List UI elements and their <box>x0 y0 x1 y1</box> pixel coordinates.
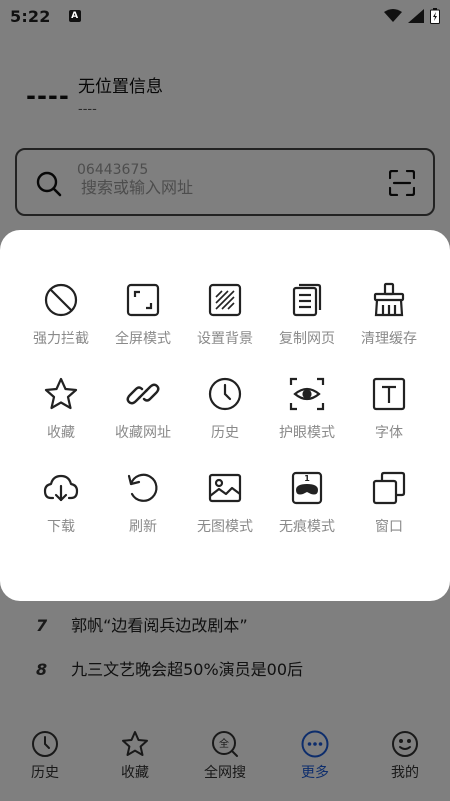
menu-block-ads[interactable]: 强力拦截 <box>20 282 102 376</box>
menu-label: 复制网页 <box>279 331 335 347</box>
menu-label: 历史 <box>211 425 239 441</box>
status-icons <box>384 8 440 24</box>
menu-label: 收藏网址 <box>115 425 171 441</box>
menu-bookmark-url[interactable]: 收藏网址 <box>102 376 184 470</box>
menu-label: 设置背景 <box>197 331 253 347</box>
menu-label: 下载 <box>47 519 75 535</box>
svg-text:1: 1 <box>304 474 310 483</box>
menu-no-image[interactable]: 无图模式 <box>184 470 266 564</box>
wifi-icon <box>384 9 402 22</box>
menu-label: 强力拦截 <box>33 331 89 347</box>
incognito-icon: 1 <box>291 471 323 505</box>
menu-download[interactable]: 下载 <box>20 470 102 564</box>
menu-font[interactable]: 字体 <box>348 376 430 470</box>
menu-grid: 强力拦截 全屏模式 设置背景 复制网页 清理缓存 收藏 收藏网址 历史 护眼模式… <box>20 282 430 564</box>
menu-copy-page[interactable]: 复制网页 <box>266 282 348 376</box>
signal-icon <box>408 9 424 23</box>
image-icon <box>208 473 242 503</box>
broom-icon <box>373 282 405 317</box>
menu-label: 无图模式 <box>197 519 253 535</box>
status-time: 5:22 <box>10 6 51 26</box>
menu-set-background[interactable]: 设置背景 <box>184 282 266 376</box>
notification-badge: A <box>68 10 81 22</box>
link-icon <box>126 383 160 405</box>
font-icon <box>372 377 406 411</box>
menu-label: 无痕模式 <box>279 519 335 535</box>
battery-icon <box>430 8 440 24</box>
menu-refresh[interactable]: 刷新 <box>102 470 184 564</box>
menu-favorites[interactable]: 收藏 <box>20 376 102 470</box>
fullscreen-icon <box>126 283 160 317</box>
star-icon <box>44 377 78 410</box>
menu-history[interactable]: 历史 <box>184 376 266 470</box>
menu-label: 全屏模式 <box>115 331 171 347</box>
clock-icon <box>208 377 242 411</box>
menu-windows[interactable]: 窗口 <box>348 470 430 564</box>
ban-icon <box>44 283 78 317</box>
menu-clear-cache[interactable]: 清理缓存 <box>348 282 430 376</box>
eye-icon <box>289 377 325 411</box>
more-menu-sheet: 强力拦截 全屏模式 设置背景 复制网页 清理缓存 收藏 收藏网址 历史 护眼模式… <box>0 230 450 601</box>
status-bar: 5:22 A <box>0 0 450 32</box>
cloud-download-icon <box>43 474 79 502</box>
copy-page-icon <box>292 283 322 317</box>
menu-fullscreen[interactable]: 全屏模式 <box>102 282 184 376</box>
refresh-icon <box>127 473 158 502</box>
menu-label: 清理缓存 <box>361 331 417 347</box>
menu-label: 收藏 <box>47 425 75 441</box>
menu-label: 刷新 <box>129 519 157 535</box>
background-icon <box>208 283 242 317</box>
menu-label: 窗口 <box>375 519 403 535</box>
menu-label: 护眼模式 <box>279 425 335 441</box>
menu-eye-protection[interactable]: 护眼模式 <box>266 376 348 470</box>
menu-incognito[interactable]: 1 无痕模式 <box>266 470 348 564</box>
windows-icon <box>372 471 406 505</box>
menu-label: 字体 <box>375 425 403 441</box>
